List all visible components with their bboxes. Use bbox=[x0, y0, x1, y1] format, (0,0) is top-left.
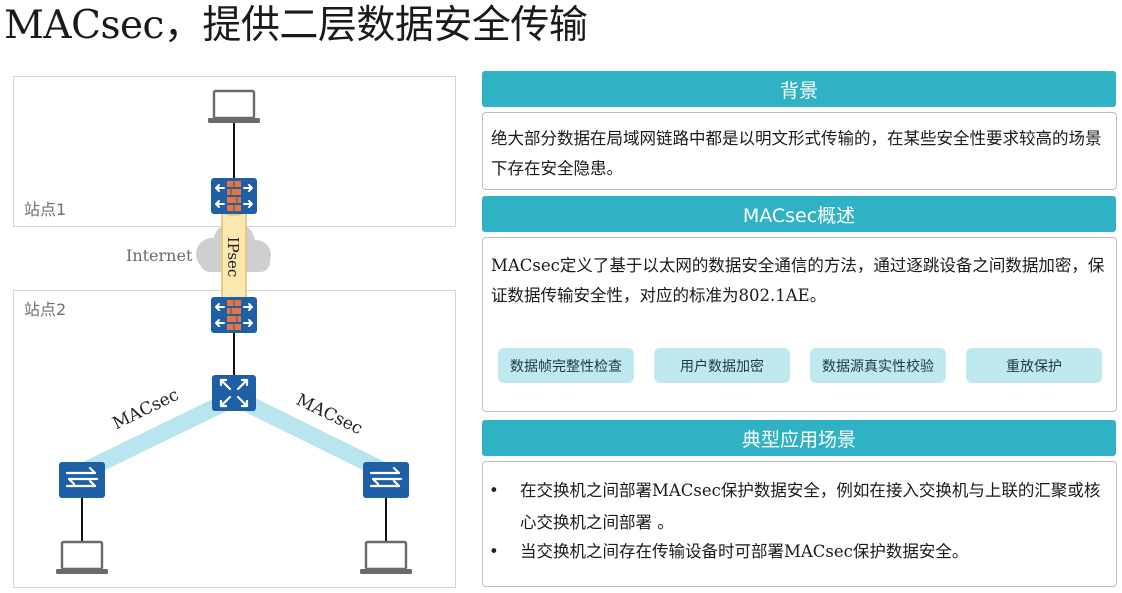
overview-header: MACsec概述 bbox=[482, 196, 1116, 232]
scenarios-header: 典型应用场景 bbox=[482, 420, 1116, 456]
diagram-graphics: Internet IPsec MACsec MACsec bbox=[54, 89, 414, 576]
feature-chip-encryption: 用户数据加密 bbox=[654, 348, 790, 383]
background-box: 绝大部分数据在局域网链路中都是以明文形式传输的，在某些安全性要求较高的场景下存在… bbox=[482, 112, 1117, 190]
overview-text: MACsec定义了基于以太网的数据安全通信的方法，通过逐跳设备之间数据加密，保证… bbox=[491, 256, 1105, 305]
laptop-icon-left bbox=[54, 540, 110, 576]
scenarios-box: • 在交换机之间部署MACsec保护数据安全，例如在接入交换机与上联的汇聚或核心… bbox=[482, 461, 1117, 587]
scenario-item: • 在交换机之间部署MACsec保护数据安全，例如在接入交换机与上联的汇聚或核心… bbox=[489, 475, 1106, 539]
feature-chip-replay-protection: 重放保护 bbox=[966, 348, 1102, 383]
background-text: 绝大部分数据在局域网链路中都是以明文形式传输的，在某些安全性要求较高的场景下存在… bbox=[491, 129, 1102, 178]
background-header: 背景 bbox=[482, 71, 1116, 107]
ipsec-label: IPsec bbox=[224, 237, 242, 278]
bullet-icon: • bbox=[489, 481, 499, 500]
router-icon bbox=[210, 373, 258, 413]
bullet-icon: • bbox=[489, 542, 499, 561]
laptop-icon-right bbox=[358, 540, 414, 576]
scenario-item: • 当交换机之间存在传输设备时可部署MACsec保护数据安全。 bbox=[489, 536, 1106, 568]
internet-label: Internet bbox=[126, 246, 193, 265]
laptop-icon-top bbox=[206, 89, 262, 125]
firewall-icon-site1 bbox=[210, 177, 258, 215]
scenario-text: 在交换机之间部署MACsec保护数据安全，例如在接入交换机与上联的汇聚或核心交换… bbox=[520, 481, 1101, 532]
firewall-icon-site2 bbox=[210, 296, 258, 334]
feature-chip-authenticity: 数据源真实性校验 bbox=[810, 348, 946, 383]
network-diagram: 站点1 站点2 Internet IPsec MACsec MACsec bbox=[0, 0, 470, 593]
switch-icon-left bbox=[57, 460, 107, 500]
overview-box: MACsec定义了基于以太网的数据安全通信的方法，通过逐跳设备之间数据加密，保证… bbox=[482, 237, 1117, 412]
scenario-text: 当交换机之间存在传输设备时可部署MACsec保护数据安全。 bbox=[520, 542, 969, 561]
switch-icon-right bbox=[361, 460, 411, 500]
feature-chip-integrity: 数据帧完整性检查 bbox=[498, 348, 634, 383]
